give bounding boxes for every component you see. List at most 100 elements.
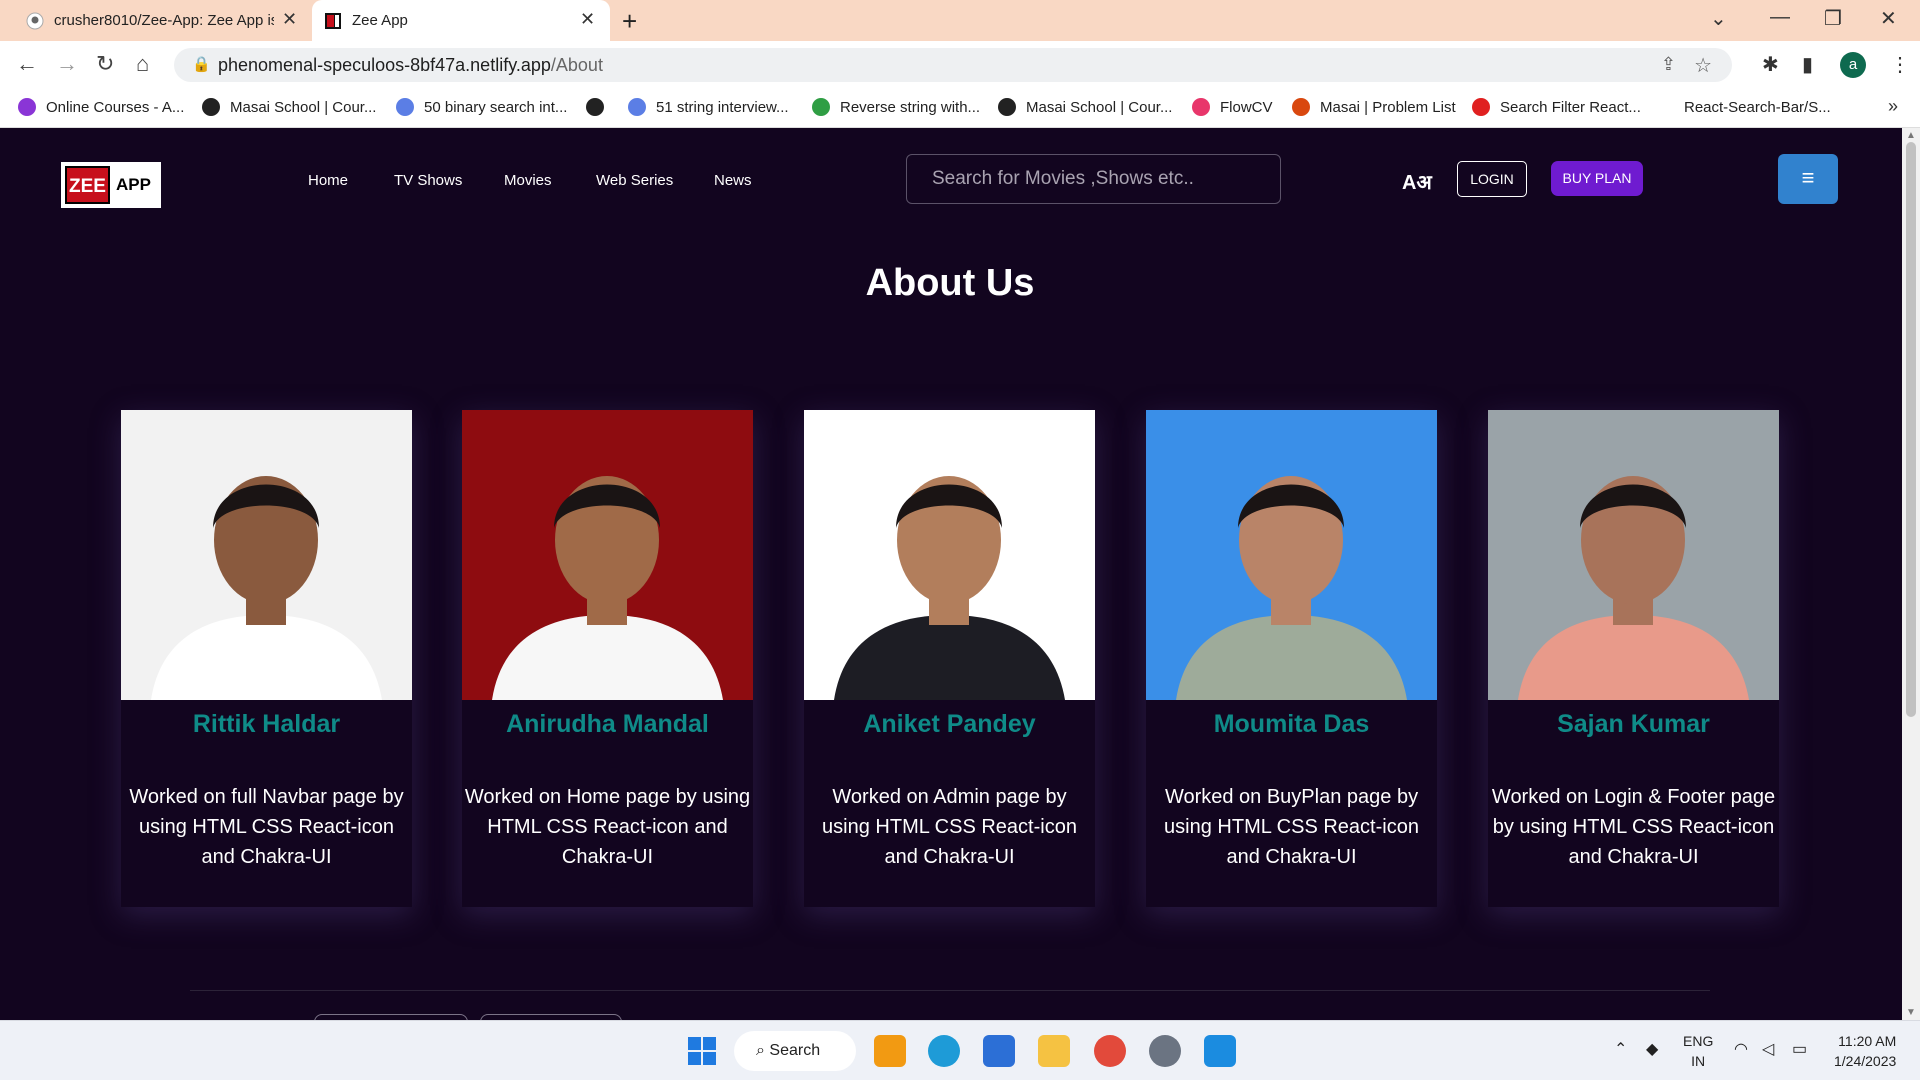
file-explorer-icon[interactable]	[1038, 1035, 1070, 1067]
taskbar-search-label: Search	[769, 1042, 821, 1059]
bookmark-item[interactable]: Masai | Problem List	[1292, 98, 1456, 116]
dropbox-icon[interactable]: ◆	[1646, 1039, 1658, 1059]
team-member-name: Aniket Pandey	[863, 710, 1036, 738]
login-button[interactable]: LOGIN	[1457, 161, 1527, 197]
restore-icon[interactable]: ❐	[1824, 6, 1842, 31]
taskbar-clock[interactable]: 11:20 AM 1/24/2023	[1834, 1031, 1896, 1071]
search-input[interactable]: Search for Movies ,Shows etc..	[906, 154, 1281, 204]
lang-line1: ENG	[1683, 1033, 1714, 1049]
share-icon[interactable]: ⇪	[1661, 54, 1676, 75]
team-member-name: Sajan Kumar	[1557, 710, 1710, 738]
team-member-name: Rittik Haldar	[192, 710, 341, 738]
url-host: phenomenal-speculoos-8bf47a.netlify.app	[218, 55, 551, 75]
bookmark-favicon-icon	[1472, 98, 1490, 116]
battery-icon[interactable]: ▭	[1792, 1039, 1807, 1059]
team-member-card: Rittik Haldar Worked on full Navbar page …	[121, 410, 412, 907]
nav-link-news[interactable]: News	[714, 172, 752, 189]
bookmark-star-icon[interactable]: ☆	[1694, 53, 1712, 78]
hamburger-menu-button[interactable]: ≡	[1778, 154, 1838, 204]
url-text: phenomenal-speculoos-8bf47a.netlify.app/…	[218, 55, 603, 76]
team-member-name: Anirudha Mandal	[506, 710, 709, 738]
tab-zee-app[interactable]: Zee App ✕	[312, 0, 610, 41]
minimize-icon[interactable]: —	[1770, 6, 1790, 29]
extensions-icon[interactable]: ✱	[1762, 52, 1779, 77]
wifi-icon[interactable]: ◠	[1734, 1039, 1748, 1059]
chrome-icon[interactable]	[1094, 1035, 1126, 1067]
microsoft-store-icon[interactable]	[983, 1035, 1015, 1067]
input-language-indicator[interactable]: ENG IN	[1683, 1031, 1713, 1071]
team-member-description: Worked on Admin page by using HTML CSS R…	[822, 786, 1077, 868]
side-panel-icon[interactable]: ▮	[1802, 52, 1813, 77]
nav-link-movies[interactable]: Movies	[504, 172, 552, 189]
windows-start-icon[interactable]	[686, 1035, 718, 1067]
team-member-description: Worked on Home page by using HTML CSS Re…	[464, 786, 751, 868]
bookmark-item[interactable]: React-Search-Bar/S...	[1656, 98, 1831, 116]
bookmark-item[interactable]: Reverse string with...	[812, 98, 980, 116]
search-icon: ⌕	[756, 1042, 770, 1059]
bookmark-item[interactable]: 50 binary search int...	[396, 98, 567, 116]
zee-favicon-icon	[324, 12, 342, 30]
bookmark-label: Masai School | Cour...	[230, 98, 377, 116]
scrollbar-thumb[interactable]	[1906, 142, 1916, 717]
windows-taskbar: ⌕ Search ⌃ ◆ ENG IN ◠ ◁ ▭ 11:20 AM 1/24/20…	[0, 1020, 1920, 1080]
bookmark-item[interactable]: Masai School | Cour...	[202, 98, 376, 116]
bookmark-label: Masai School | Cour...	[1026, 98, 1173, 116]
address-bar[interactable]: 🔒 phenomenal-speculoos-8bf47a.netlify.ap…	[174, 48, 1732, 82]
zee-app-logo[interactable]: ZEE APP	[61, 162, 161, 208]
bookmark-item[interactable]: Search Filter React...	[1472, 98, 1641, 116]
close-tab-icon[interactable]: ✕	[580, 9, 595, 30]
new-tab-button[interactable]: +	[622, 6, 637, 37]
reload-icon[interactable]: ↻	[96, 51, 114, 77]
team-member-photo	[121, 410, 412, 700]
bookmark-favicon-icon	[202, 98, 220, 116]
bookmarks-overflow-icon[interactable]: »	[1888, 96, 1898, 117]
bookmark-label: 51 string interview...	[656, 98, 789, 116]
volume-icon[interactable]: ◁	[1762, 1039, 1774, 1059]
edge-browser-icon[interactable]	[928, 1035, 960, 1067]
bookmark-label: 50 binary search int...	[424, 98, 568, 116]
scroll-up-icon[interactable]: ▲	[1906, 130, 1916, 141]
sublime-text-icon[interactable]	[874, 1035, 906, 1067]
bookmark-favicon-icon	[18, 98, 36, 116]
team-member-photo	[1146, 410, 1437, 700]
lang-line2: IN	[1691, 1053, 1706, 1069]
bookmark-item[interactable]: Masai School | Cour...	[998, 98, 1172, 116]
bookmark-item[interactable]: FlowCV	[1192, 98, 1273, 116]
close-window-icon[interactable]: ✕	[1880, 6, 1897, 31]
tab-search-chevron-icon[interactable]: ⌄	[1710, 6, 1727, 31]
url-path: /About	[550, 55, 603, 75]
bookmark-item[interactable]: 51 string interview...	[628, 98, 789, 116]
page-title: About Us	[865, 262, 1035, 304]
more-menu-icon[interactable]: ⋮	[1890, 52, 1910, 77]
bookmark-item[interactable]	[586, 98, 614, 116]
vscode-icon[interactable]	[1204, 1035, 1236, 1067]
bookmark-favicon-icon	[1192, 98, 1210, 116]
bookmark-item[interactable]: Online Courses - A...	[18, 98, 184, 116]
tab-title: Zee App	[352, 12, 408, 29]
bookmark-label: FlowCV	[1220, 98, 1273, 116]
show-hidden-icons-chevron-icon[interactable]: ⌃	[1614, 1039, 1627, 1059]
tab-github[interactable]: crusher8010/Zee-App: Zee App is a clone …	[14, 0, 306, 41]
team-member-description: Worked on full Navbar page by using HTML…	[129, 786, 404, 868]
page-scrollbar[interactable]: ▲ ▼	[1902, 128, 1920, 1020]
nav-link-home[interactable]: Home	[308, 172, 348, 189]
back-arrow-icon[interactable]: ←	[16, 51, 38, 77]
close-tab-icon[interactable]: ✕	[282, 9, 297, 30]
team-member-photo	[804, 410, 1095, 700]
clock-time: 11:20 AM	[1838, 1033, 1897, 1049]
team-member-name: Moumita Das	[1213, 710, 1370, 738]
nav-link-web-series[interactable]: Web Series	[596, 172, 673, 189]
language-toggle-icon[interactable]: Aअ	[1402, 168, 1432, 195]
logo-zee-text: ZEE	[65, 166, 110, 204]
profile-avatar[interactable]: a	[1840, 52, 1866, 78]
bookmark-label: React-Search-Bar/S...	[1684, 98, 1831, 116]
nav-link-tv-shows[interactable]: TV Shows	[394, 172, 462, 189]
team-member-card: Moumita Das Worked on BuyPlan page by usi…	[1146, 410, 1437, 907]
forward-arrow-icon[interactable]: →	[56, 51, 78, 77]
settings-gear-icon[interactable]	[1149, 1035, 1181, 1067]
home-icon[interactable]: ⌂	[136, 51, 149, 77]
tab-title: crusher8010/Zee-App: Zee App is a clone …	[54, 12, 274, 29]
buy-plan-button[interactable]: BUY PLAN	[1551, 161, 1643, 196]
scroll-down-icon[interactable]: ▼	[1906, 1007, 1916, 1018]
taskbar-search[interactable]: ⌕ Search	[734, 1031, 856, 1071]
